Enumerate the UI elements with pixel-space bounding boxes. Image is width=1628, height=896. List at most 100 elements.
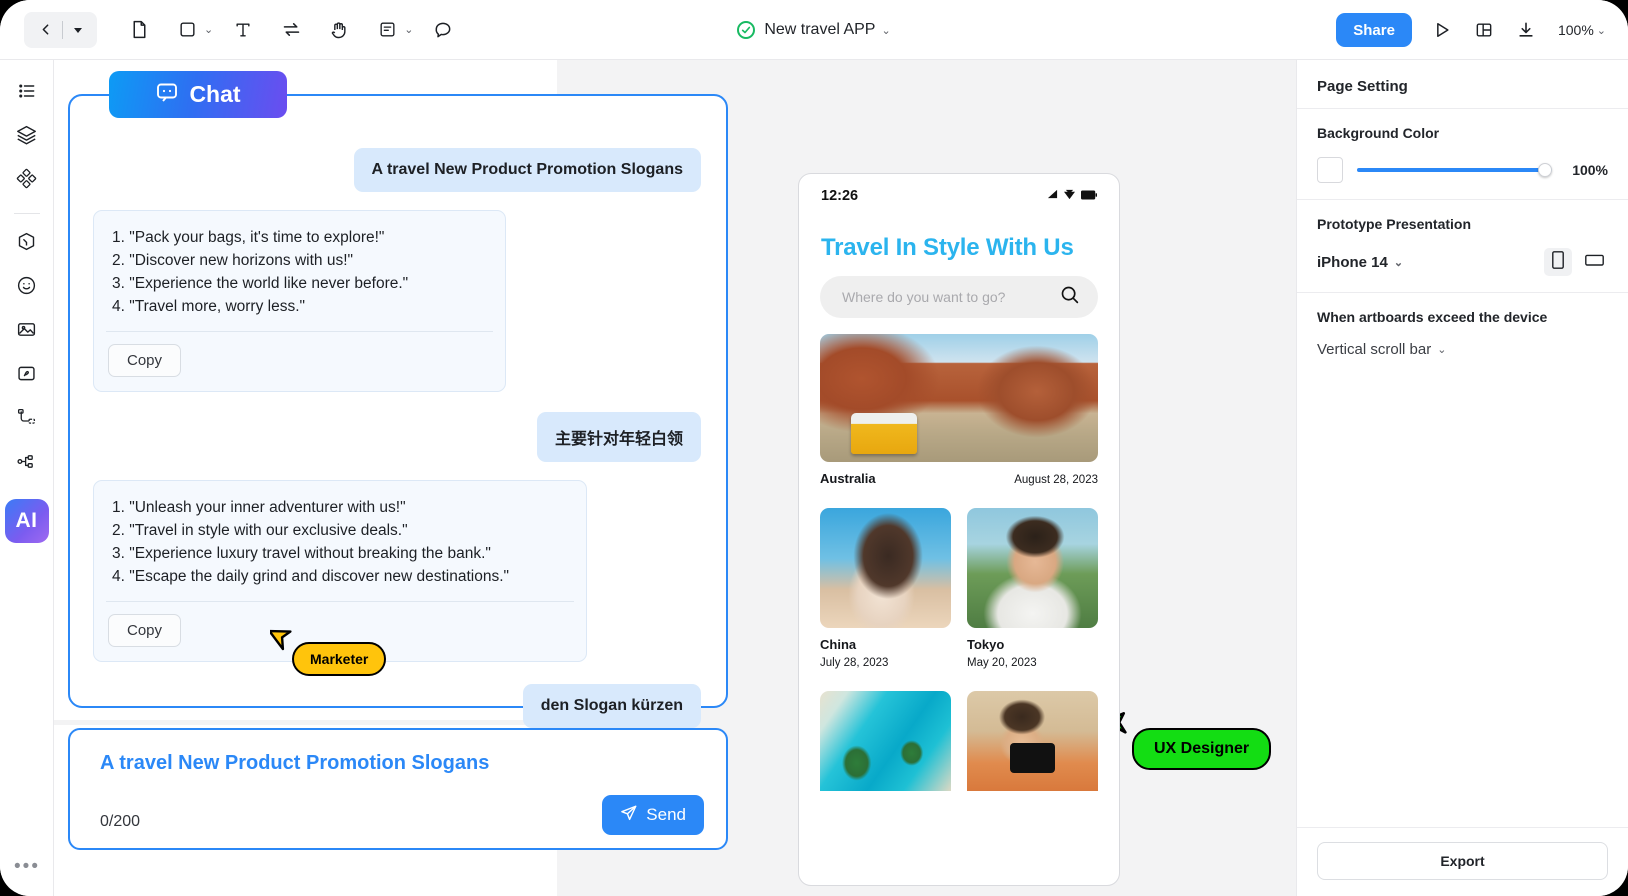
page-icon[interactable]: [121, 12, 157, 48]
image-icon: [16, 319, 37, 345]
check-circle-icon: [737, 21, 756, 39]
chat-input-value[interactable]: A travel New Product Promotion Slogans: [100, 752, 489, 775]
divider: [106, 601, 574, 602]
orientation-portrait-button[interactable]: [1544, 248, 1572, 276]
photo-vw-van-canyon-road: [820, 334, 1098, 462]
send-button-label: Send: [646, 805, 686, 824]
list-item[interactable]: Tokyo May 20, 2023: [967, 508, 1098, 669]
list-item: 1. "Pack your bags, it's time to explore…: [112, 229, 385, 246]
sidebar-item-components[interactable]: [8, 162, 46, 200]
share-button[interactable]: Share: [1336, 13, 1412, 47]
zoom-control[interactable]: 100% ⌄: [1550, 22, 1606, 38]
phone-landscape-icon: [1584, 253, 1604, 272]
chevron-down-icon[interactable]: ⌄: [1437, 343, 1446, 356]
device-select[interactable]: iPhone 14 ⌄: [1317, 254, 1403, 271]
hand-icon[interactable]: [321, 12, 357, 48]
chat-message-user: A travel New Product Promotion Slogans: [353, 148, 701, 192]
overflow-select[interactable]: Vertical scroll bar ⌄: [1317, 341, 1446, 358]
destination-grid-row-2: [820, 691, 1098, 791]
document-title[interactable]: New travel APP ⌄: [737, 21, 891, 39]
chevron-down-icon[interactable]: ⌄: [881, 24, 890, 37]
prototype-device-row: iPhone 14 ⌄: [1317, 248, 1608, 276]
list-item[interactable]: [967, 691, 1098, 791]
list-item[interactable]: [820, 691, 951, 791]
note-icon[interactable]: [369, 12, 405, 48]
chat-message-user: den Slogan kürzen: [522, 684, 701, 728]
slider-knob[interactable]: [1538, 163, 1552, 177]
cursor-tag-label: Marketer: [292, 642, 387, 676]
chevron-down-icon[interactable]: ⌄: [404, 23, 413, 36]
paper-plane-icon: [620, 804, 638, 827]
square-icon[interactable]: [169, 12, 205, 48]
back-button-group[interactable]: [24, 11, 97, 48]
download-icon[interactable]: [1508, 12, 1544, 48]
prototype-presentation-section: Prototype Presentation iPhone 14 ⌄: [1297, 199, 1628, 292]
divider: [106, 331, 493, 332]
sidebar-item-graph[interactable]: [8, 445, 46, 483]
list-item: 3. "Experience luxury travel without bre…: [112, 545, 491, 562]
chevron-down-icon[interactable]: ⌄: [1394, 256, 1403, 269]
sidebar-item-images[interactable]: [8, 313, 46, 351]
phone-artboard[interactable]: 12:26 Travel In Style With Us Where do y…: [798, 173, 1120, 886]
cursor-tag-label: UX Designer: [1132, 728, 1272, 770]
overflow-select-value: Vertical scroll bar: [1317, 341, 1432, 358]
chat-message-user: 主要针对年轻白领: [536, 412, 701, 462]
text-t-icon[interactable]: [225, 12, 261, 48]
chat-message-list[interactable]: A travel New Product Promotion Slogans 1…: [70, 122, 726, 728]
sidebar-item-outline[interactable]: [8, 74, 46, 112]
card-image: [820, 508, 951, 628]
chevron-down-icon[interactable]: ⌄: [204, 23, 213, 36]
orientation-toggle-group: [1544, 248, 1608, 276]
featured-card-meta: Australia August 28, 2023: [820, 471, 1098, 486]
play-icon[interactable]: [1424, 12, 1460, 48]
destination-grid-row-1: China July 28, 2023 Tokyo May 20, 2023: [820, 508, 1098, 669]
list-icon: [17, 81, 37, 106]
list-item[interactable]: China July 28, 2023: [820, 508, 951, 669]
layout-panel-icon[interactable]: [1466, 12, 1502, 48]
sidebar-more-label: •••: [14, 856, 40, 877]
chevron-left-icon[interactable]: [32, 15, 58, 45]
chat-tab-label: Chat: [189, 81, 241, 107]
ai-chat-panel: Chat A travel New Product Promotion Slog…: [68, 71, 728, 728]
copy-button[interactable]: Copy: [108, 344, 182, 377]
card-image: [967, 508, 1098, 628]
phone-search-box[interactable]: Where do you want to go?: [820, 276, 1098, 318]
export-button-label: Export: [1440, 853, 1485, 869]
swap-arrows-icon[interactable]: [273, 12, 309, 48]
chat-input-panel[interactable]: A travel New Product Promotion Slogans 0…: [68, 728, 728, 850]
color-swatch[interactable]: [1317, 157, 1343, 183]
caret-down-icon[interactable]: [67, 15, 89, 45]
chevron-down-icon[interactable]: ⌄: [1597, 24, 1606, 37]
card-place-label: China: [820, 637, 857, 652]
assistant-slogan-list: 1. "Unleash your inner adventurer with u…: [94, 481, 586, 601]
search-icon[interactable]: [1059, 284, 1080, 310]
smiley-icon: [16, 275, 37, 301]
export-button[interactable]: Export: [1317, 842, 1608, 880]
sidebar-item-emoji[interactable]: [8, 269, 46, 307]
card-image: [820, 691, 951, 791]
send-button[interactable]: Send: [602, 795, 704, 835]
copy-button[interactable]: Copy: [108, 614, 182, 647]
phone-search-placeholder: Where do you want to go?: [842, 289, 1006, 305]
speech-bubble-icon[interactable]: [425, 12, 461, 48]
toolbar-left-group: ⌄ ⌄: [0, 11, 461, 48]
sidebar-item-ai[interactable]: AI: [4, 499, 49, 543]
chat-tab[interactable]: Chat: [109, 71, 287, 118]
sidebar-item-assets[interactable]: [8, 225, 46, 263]
sidebar-more-button[interactable]: •••: [0, 856, 54, 878]
opacity-slider[interactable]: [1357, 162, 1552, 178]
page-title: Page Setting: [1317, 78, 1408, 95]
layers-icon: [16, 124, 37, 150]
cursor-tag-ux-designer: UX Designer: [1103, 710, 1272, 770]
canvas-area[interactable]: Chat A travel New Product Promotion Slog…: [54, 60, 1296, 896]
sidebar-item-layers[interactable]: [8, 118, 46, 156]
sidebar-item-flow[interactable]: [8, 401, 46, 439]
card-place-label: Australia: [820, 471, 876, 486]
sidebar-item-icons[interactable]: [8, 357, 46, 395]
photo-man-taking-photo-desert: [967, 691, 1098, 791]
phone-status-bar: 12:26: [799, 174, 1119, 218]
character-counter: 0/200: [100, 813, 141, 830]
orientation-landscape-button[interactable]: [1580, 248, 1608, 276]
featured-card-image[interactable]: [820, 334, 1098, 462]
share-button-label: Share: [1353, 21, 1395, 39]
